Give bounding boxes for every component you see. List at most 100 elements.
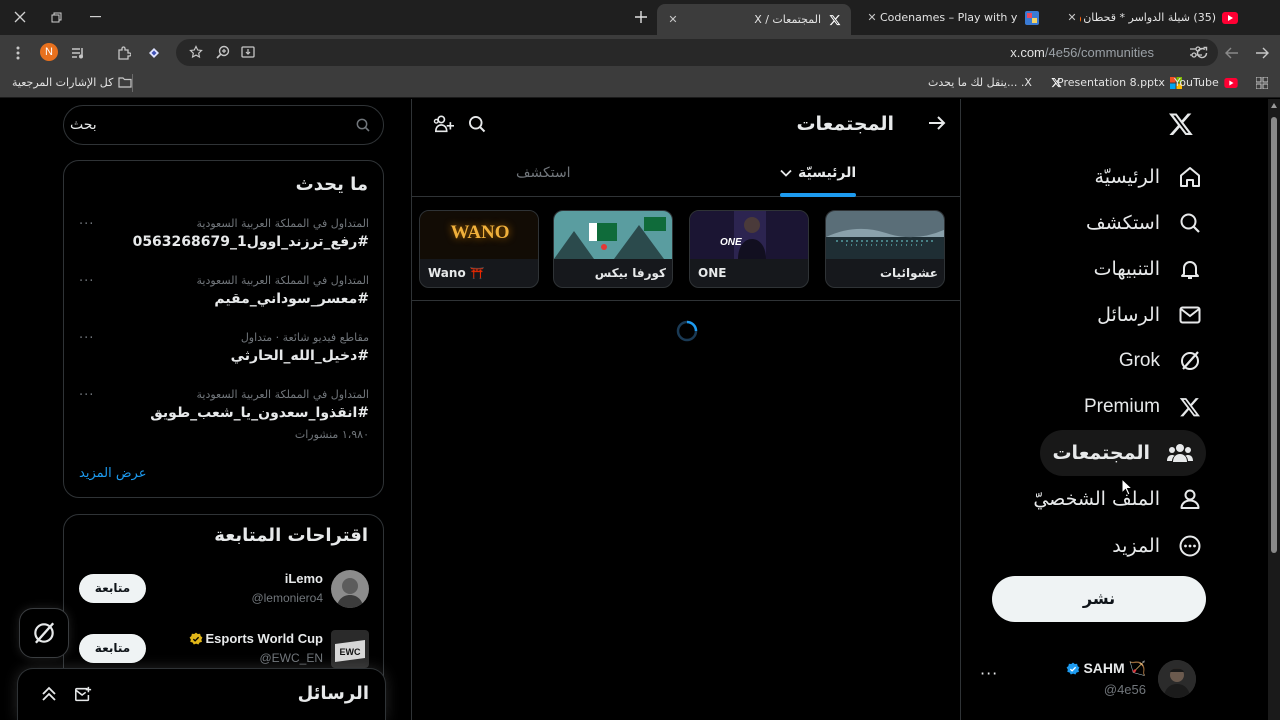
tab-youtube-shila[interactable]: ✕ (35) شيلة الدواسر * قحطان🔥|| ال xyxy=(1056,4,1246,31)
nav-messages[interactable]: الرسائل xyxy=(1097,293,1204,337)
tab-explore[interactable]: استكشف xyxy=(516,165,571,181)
page-scrollbar[interactable] xyxy=(1268,99,1280,720)
suggestion-name-text: Esports World Cup xyxy=(205,631,323,646)
nav-notifications[interactable]: التنبيهات xyxy=(1094,247,1204,291)
browser-toolbar: N x.com/4e56/communities xyxy=(0,35,1280,70)
community-name: Wano ⛩️ xyxy=(428,266,485,280)
community-name: ONE xyxy=(698,266,727,280)
verified-badge-icon xyxy=(189,632,203,646)
tab-close-icon[interactable]: ✕ xyxy=(665,13,681,26)
community-card-curva[interactable]: كورفا بيكس xyxy=(553,210,673,288)
tab-codenames[interactable]: ✕ Codenames – Play with your Fr xyxy=(856,4,1048,31)
avatar xyxy=(331,570,369,608)
grok-icon xyxy=(31,620,57,646)
bookmark-presentation[interactable]: Presentation 8.pptx xyxy=(1057,76,1182,89)
nav-more[interactable]: المزيد xyxy=(1112,524,1204,568)
trend-item[interactable]: المتداول في المملكة العربية السعودية #رف… xyxy=(64,217,383,263)
nav-communities[interactable]: المجتمعات xyxy=(1040,430,1206,476)
bookmark-star-icon[interactable] xyxy=(184,40,208,64)
all-bookmarks-button[interactable]: كل الإشارات المرجعية xyxy=(12,76,132,89)
nav-label: المجتمعات xyxy=(1052,442,1150,464)
messages-drawer[interactable]: الرسائل xyxy=(17,668,386,720)
follow-button[interactable]: متابعة xyxy=(79,634,146,663)
more-options-icon[interactable]: ··· xyxy=(79,217,94,232)
home-icon xyxy=(1176,163,1204,191)
scroll-up-arrow-icon[interactable] xyxy=(1271,103,1277,108)
divider xyxy=(412,300,960,301)
panel-title: اقتراحات المتابعة xyxy=(214,525,368,546)
expand-up-icon[interactable] xyxy=(41,686,57,702)
tab-communities[interactable]: ✕ المجتمعات / X xyxy=(657,4,851,35)
trend-item[interactable]: المتداول في المملكة العربية السعودية #ان… xyxy=(64,388,383,448)
tab-title: المجتمعات / X xyxy=(754,13,821,26)
community-card-wano[interactable]: WANO Wano ⛩️ xyxy=(419,210,539,288)
address-bar[interactable]: x.com/4e56/communities xyxy=(176,39,1218,66)
suggestion-item[interactable]: EWC Esports World Cup @EWC_EN متابعة xyxy=(64,628,383,672)
trend-meta: المتداول في المملكة العربية السعودية xyxy=(196,274,369,287)
nav-label: استكشف xyxy=(1085,212,1160,234)
community-thumbnail: ONE xyxy=(690,211,808,259)
tab-close-icon[interactable]: ✕ xyxy=(1064,11,1080,24)
more-options-icon[interactable]: ··· xyxy=(79,331,94,346)
trend-meta: المتداول في المملكة العربية السعودية xyxy=(196,388,369,401)
tab-close-icon[interactable]: ✕ xyxy=(864,11,880,24)
search-icon xyxy=(1176,209,1204,237)
trend-name: #دخيل_الله_الحارثي xyxy=(230,348,369,364)
extension-diamond-icon[interactable] xyxy=(142,41,166,65)
browser-menu-icon[interactable] xyxy=(6,41,30,65)
nav-home[interactable]: الرئيسيّة xyxy=(1095,155,1204,199)
grok-icon xyxy=(1176,347,1204,375)
new-tab-icon[interactable] xyxy=(627,5,655,29)
community-card-ashwaiyat[interactable]: عشوائيات xyxy=(825,210,945,288)
search-input[interactable] xyxy=(70,115,339,135)
account-switcher[interactable]: SAHM 🏹 @4e56 ··· xyxy=(976,654,1206,704)
tab-home[interactable]: الرئيسيّة xyxy=(780,165,856,181)
follow-button[interactable]: متابعة xyxy=(79,574,146,603)
back-arrow-icon[interactable] xyxy=(1220,41,1244,65)
more-options-icon[interactable]: ··· xyxy=(79,388,94,403)
bookmark-youtube[interactable]: YouTube xyxy=(1174,76,1238,89)
active-tab-indicator xyxy=(780,193,856,197)
restore-window-icon[interactable] xyxy=(42,5,70,29)
nav-label: Grok xyxy=(1118,350,1160,371)
communities-column: المجتمعات الرئيسيّة استكشف عشوائيات ONE … xyxy=(411,99,961,720)
close-window-icon[interactable] xyxy=(6,5,34,29)
forward-arrow-icon[interactable] xyxy=(928,115,946,131)
youtube-favicon-icon xyxy=(1222,10,1238,26)
x-logo-icon[interactable] xyxy=(1168,111,1196,139)
community-name: كورفا بيكس xyxy=(594,266,666,280)
forward-arrow-icon[interactable] xyxy=(1250,41,1274,65)
nav-profile[interactable]: الملف الشخصيّ xyxy=(1033,477,1204,521)
post-button[interactable]: نشر xyxy=(992,576,1206,622)
reload-icon[interactable] xyxy=(1190,41,1214,65)
account-more-icon[interactable]: ··· xyxy=(980,664,998,683)
suggestion-item[interactable]: iLemo @lemoniero4 متابعة xyxy=(64,568,383,612)
search-icon[interactable] xyxy=(467,114,487,134)
extensions-icon[interactable] xyxy=(112,41,136,65)
install-app-icon[interactable] xyxy=(236,40,260,64)
nav-explore[interactable]: استكشف xyxy=(1086,201,1204,245)
create-community-icon[interactable] xyxy=(433,114,455,134)
trend-item[interactable]: المتداول في المملكة العربية السعودية #مع… xyxy=(64,274,383,320)
new-message-icon[interactable] xyxy=(74,686,92,704)
nav-premium[interactable]: Premium xyxy=(1084,385,1204,429)
trend-item[interactable]: مقاطع فيديو شائعة · متداول #دخيل_الله_ال… xyxy=(64,331,383,377)
media-control-icon[interactable] xyxy=(66,41,90,65)
thumbnail-text: WANO xyxy=(450,222,510,243)
codenames-favicon-icon xyxy=(1024,10,1040,26)
bookmark-x[interactable]: ينقل لك ما يحدث... .X xyxy=(928,76,1062,89)
scrollbar-thumb[interactable] xyxy=(1271,117,1277,553)
minimize-window-icon[interactable] xyxy=(81,5,109,29)
grok-floating-button[interactable] xyxy=(19,608,69,658)
apps-grid-icon[interactable] xyxy=(1256,77,1268,89)
url-text[interactable]: x.com/4e56/communities xyxy=(1010,45,1154,60)
search-box[interactable] xyxy=(63,105,384,145)
community-card-one[interactable]: ONE ONE xyxy=(689,210,809,288)
nav-grok[interactable]: Grok xyxy=(1119,339,1204,383)
more-options-icon[interactable]: ··· xyxy=(79,274,94,289)
mouse-cursor-icon xyxy=(1121,478,1133,496)
tab-label: الرئيسيّة xyxy=(798,165,857,181)
zoom-icon[interactable] xyxy=(211,40,235,64)
show-more-link[interactable]: عرض المزيد xyxy=(79,466,146,481)
profile-avatar[interactable]: N xyxy=(40,43,58,61)
